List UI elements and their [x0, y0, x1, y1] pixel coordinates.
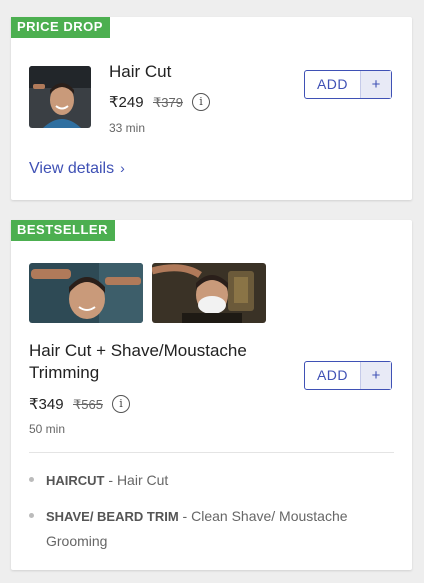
- detail-value: - Hair Cut: [104, 472, 169, 488]
- service-title-line2: Trimming: [29, 363, 100, 382]
- add-button[interactable]: ADD +: [304, 361, 392, 390]
- service-title: Hair Cut: [109, 62, 172, 81]
- detail-item-haircut: HAIRCUT - Hair Cut: [29, 468, 389, 493]
- service-title: Hair Cut + Shave/Moustache Trimming: [29, 340, 247, 384]
- service-price: ₹249: [109, 94, 144, 111]
- bestseller-badge: BESTSELLER: [11, 220, 115, 241]
- add-button-label: ADD: [316, 76, 349, 92]
- service-title-line1: Hair Cut + Shave/Moustache: [29, 341, 247, 360]
- service-card-haircut: PRICE DROP Hair Cut ₹249 ₹379 i 33 min A…: [11, 17, 412, 200]
- detail-key: SHAVE/ BEARD TRIM: [46, 509, 179, 524]
- divider: [29, 452, 394, 453]
- price-drop-badge: PRICE DROP: [11, 17, 110, 38]
- add-button-label: ADD: [316, 367, 349, 383]
- detail-item-shave: SHAVE/ BEARD TRIM - Clean Shave/ Moustac…: [29, 504, 389, 553]
- service-card-haircut-shave: BESTSELLER Hair Cut + Shave/Moustache Tr…: [11, 220, 412, 570]
- service-duration: 33 min: [109, 121, 146, 135]
- plus-icon: +: [360, 362, 391, 389]
- haircut-thumbnail: [29, 66, 91, 128]
- view-details-label: View details: [29, 160, 115, 177]
- service-original-price: ₹565: [73, 397, 103, 412]
- service-price: ₹349: [29, 396, 64, 413]
- add-button[interactable]: ADD +: [304, 70, 392, 99]
- bullet-icon: [29, 513, 34, 518]
- info-icon[interactable]: i: [112, 395, 130, 413]
- service-original-price: ₹379: [153, 95, 183, 110]
- service-duration: 50 min: [29, 422, 66, 436]
- chevron-right-icon: ›: [120, 160, 125, 176]
- view-details-link[interactable]: View details ›: [29, 160, 125, 178]
- bullet-icon: [29, 477, 34, 482]
- info-icon[interactable]: i: [192, 93, 210, 111]
- haircut-photo: [29, 263, 143, 323]
- shave-photo: [152, 263, 266, 323]
- plus-icon: +: [360, 71, 391, 98]
- detail-key: HAIRCUT: [46, 473, 105, 488]
